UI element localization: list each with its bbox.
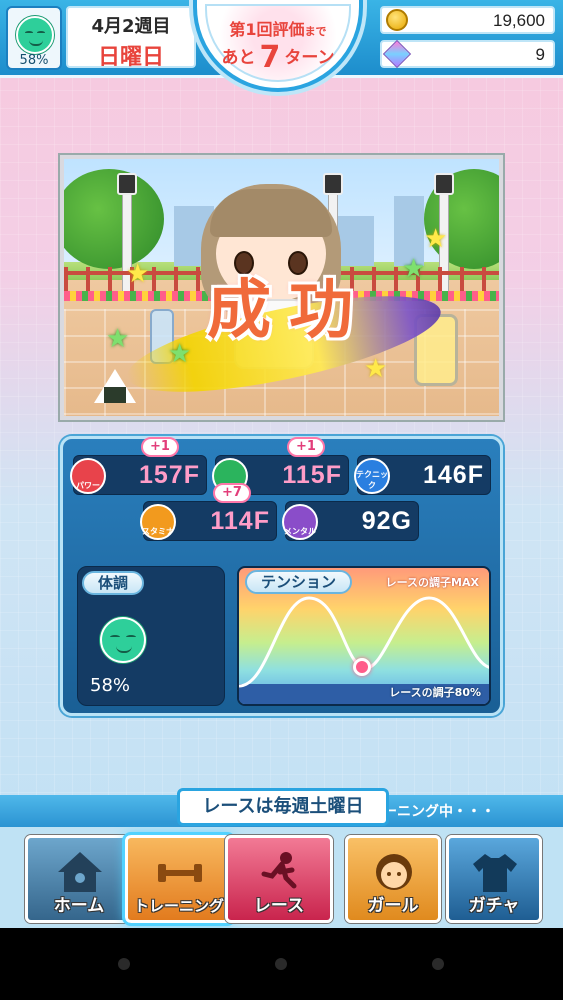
stat-mental: メンタル 92G xyxy=(282,501,419,541)
tab-label: レース xyxy=(253,896,305,916)
calendar-box: 4月2週目 日曜日 xyxy=(66,6,196,70)
training-result-scene: 成功 ★ ★ ★ ★ ★ ★ xyxy=(60,155,503,420)
star-icon: ★ xyxy=(364,354,388,384)
money-counter: 19,600 xyxy=(380,6,555,34)
day-label: 日曜日 xyxy=(97,45,164,70)
gem-amount: 9 xyxy=(535,45,545,64)
tab-label: ホーム xyxy=(53,896,105,916)
bottom-menu: ホーム トレーニング レース ガール ガチャ xyxy=(0,827,563,928)
star-icon: ★ xyxy=(126,259,150,289)
condition-card: 体調 58% xyxy=(77,566,225,706)
star-icon: ★ xyxy=(106,324,130,354)
star-icon: ★ xyxy=(168,339,192,369)
condition-indicator[interactable]: 58% xyxy=(6,6,62,70)
stat-power: パワー 157F xyxy=(70,455,207,495)
stat-stamina: スタミナ 114F xyxy=(140,501,277,541)
power-icon: パワー xyxy=(70,458,106,494)
stamina-icon: スタミナ xyxy=(140,504,176,540)
recents-button[interactable] xyxy=(432,958,444,970)
game-screen: 58% 4月2週目 日曜日 19,600 9 第1回評価まで あと7ターン xyxy=(0,0,563,928)
smile-face-icon xyxy=(100,617,146,663)
stat-boost: +1 xyxy=(287,437,325,457)
back-button[interactable] xyxy=(118,958,130,970)
stat-boost: +1 xyxy=(141,437,179,457)
condition-percent: 58% xyxy=(90,675,131,696)
ticker-text: ーニング中・・・ xyxy=(383,804,495,820)
mental-icon: メンタル xyxy=(282,504,318,540)
tab-label: ガチャ xyxy=(468,896,520,916)
tab-gacha[interactable]: ガチャ xyxy=(446,835,542,923)
stat-value: 92G xyxy=(361,507,412,535)
evaluation-turns: あと 7 ターン xyxy=(221,40,335,75)
tension-meter: テンション レースの調子MAX レースの調子80% xyxy=(237,566,491,706)
condition-percent: 58% xyxy=(19,53,49,68)
runner-icon xyxy=(261,852,297,889)
star-icon: ★ xyxy=(402,254,426,284)
dumbbell-icon xyxy=(158,864,202,882)
smile-face-icon xyxy=(16,16,54,54)
tab-girl[interactable]: ガール xyxy=(345,835,441,923)
tension-min-label: レースの調子80% xyxy=(389,686,481,699)
condition-title: 体調 xyxy=(82,571,145,595)
gem-counter: 9 xyxy=(380,39,555,69)
stat-technique: テクニック 146F xyxy=(354,455,491,495)
lamp-head xyxy=(117,173,137,195)
star-icon: ★ xyxy=(424,224,448,254)
tension-max-label: レースの調子MAX xyxy=(385,576,479,589)
tab-race[interactable]: レース xyxy=(225,835,333,923)
tab-label: ガール xyxy=(367,896,419,916)
rice-ball-seaweed xyxy=(104,387,126,403)
shirt-icon xyxy=(473,854,517,892)
tension-title: テンション xyxy=(245,570,353,594)
week-label: 4月2週目 xyxy=(91,16,171,37)
coin-icon xyxy=(386,9,408,31)
technique-icon: テクニック xyxy=(354,458,390,494)
stat-boost: +7 xyxy=(213,483,251,503)
lamp-head xyxy=(434,173,454,195)
tab-label: トレーニング xyxy=(133,897,224,915)
stat-value: 114F xyxy=(210,507,270,535)
evaluation-countdown: 第1回評価まで あと 7 ターン xyxy=(193,0,363,92)
system-nav-bar xyxy=(0,928,563,1000)
house-icon xyxy=(58,852,102,892)
stat-value: 157F xyxy=(139,461,200,489)
tension-marker xyxy=(353,658,371,676)
success-text: 成功 xyxy=(207,274,371,348)
girl-face-icon xyxy=(376,854,412,890)
home-button[interactable] xyxy=(275,958,287,970)
stat-value: 146F xyxy=(423,461,484,489)
gem-icon xyxy=(382,39,412,69)
race-notice: レースは毎週土曜日 xyxy=(177,788,389,826)
tab-home[interactable]: ホーム xyxy=(25,835,133,923)
money-amount: 19,600 xyxy=(493,11,545,30)
tree xyxy=(64,169,164,269)
stat-value: 115F xyxy=(282,461,342,489)
girl-bangs xyxy=(210,189,332,237)
evaluation-title: 第1回評価まで xyxy=(229,20,327,39)
tab-training[interactable]: トレーニング xyxy=(125,835,233,923)
status-panel: パワー 157F +1 115F +1 テクニック 146F スタミナ 114F… xyxy=(60,436,503,716)
lamp-head xyxy=(323,173,343,195)
